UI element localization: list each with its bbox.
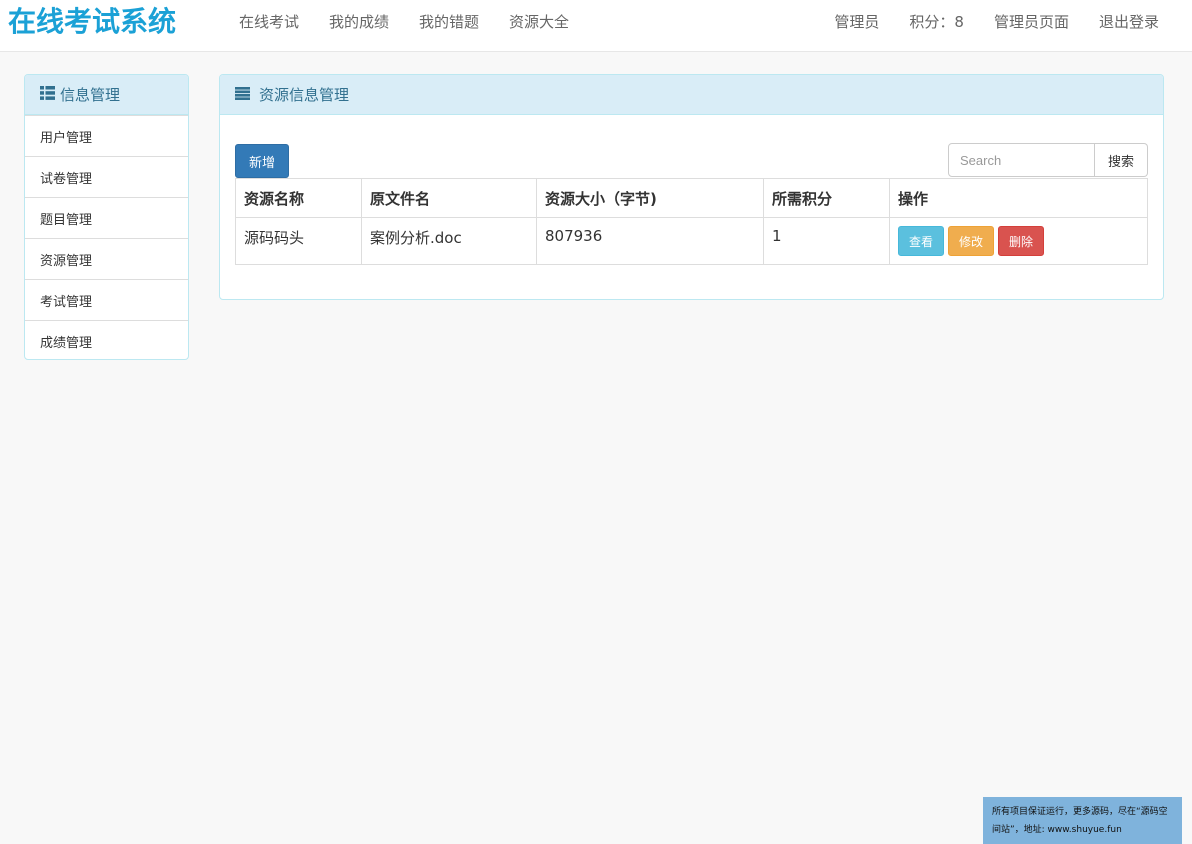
search-input[interactable] bbox=[948, 143, 1095, 177]
nav-my-mistakes[interactable]: 我的错题 bbox=[404, 0, 494, 44]
column-header-name: 资源名称 bbox=[235, 178, 362, 218]
add-resource-button[interactable]: 新增 bbox=[235, 144, 289, 178]
delete-button[interactable]: 删除 bbox=[998, 226, 1044, 256]
nav-admin-page[interactable]: 管理员页面 bbox=[979, 0, 1084, 44]
sidebar-item-scores[interactable]: 成绩管理 bbox=[25, 320, 188, 359]
nav-online-exam[interactable]: 在线考试 bbox=[224, 0, 314, 44]
nav-user-name[interactable]: 管理员 bbox=[819, 0, 894, 44]
column-header-filename: 原文件名 bbox=[361, 178, 537, 218]
cell-size: 807936 bbox=[536, 217, 764, 265]
resource-panel-title: 资源信息管理 bbox=[259, 86, 350, 104]
cell-actions: 查看 修改 删除 bbox=[889, 217, 1148, 265]
sidebar-item-resources[interactable]: 资源管理 bbox=[25, 238, 188, 279]
sidebar-item-exams[interactable]: 考试管理 bbox=[25, 279, 188, 320]
column-header-actions: 操作 bbox=[889, 178, 1148, 218]
table-row: 源码码头 案例分析.doc 807936 1 查看 修改 删除 bbox=[235, 217, 1148, 265]
sidebar-panel: 信息管理 用户管理 试卷管理 题目管理 资源管理 考试管理 成绩管理 bbox=[24, 74, 189, 360]
nav-my-scores[interactable]: 我的成绩 bbox=[314, 0, 404, 44]
sidebar-heading: 信息管理 bbox=[25, 75, 188, 115]
nav-points[interactable]: 积分：8 bbox=[894, 0, 979, 44]
main-nav: 在线考试 我的成绩 我的错题 资源大全 bbox=[224, 0, 584, 44]
search-group: 搜索 bbox=[948, 143, 1148, 177]
cell-points: 1 bbox=[763, 217, 890, 265]
column-header-size: 资源大小（字节) bbox=[536, 178, 764, 218]
user-nav: 管理员 积分：8 管理员页面 退出登录 bbox=[819, 0, 1174, 44]
view-button[interactable]: 查看 bbox=[898, 226, 944, 256]
bars-icon bbox=[235, 86, 250, 104]
sidebar-item-users[interactable]: 用户管理 bbox=[25, 115, 188, 156]
nav-logout[interactable]: 退出登录 bbox=[1084, 0, 1174, 44]
brand-logo[interactable]: 在线考试系统 bbox=[8, 4, 176, 40]
column-header-points: 所需积分 bbox=[763, 178, 890, 218]
resource-panel: 资源信息管理 新增 搜索 资源名称 原文件名 资源大小（字节) 所需积分 操作 … bbox=[219, 74, 1164, 300]
sidebar-title: 信息管理 bbox=[60, 86, 121, 104]
nav-resources[interactable]: 资源大全 bbox=[494, 0, 584, 44]
sidebar-item-papers[interactable]: 试卷管理 bbox=[25, 156, 188, 197]
corner-notice: 所有项目保证运行，更多源码，尽在“源码空间站”，地址: www.shuyue.f… bbox=[983, 797, 1182, 844]
table-header-row: 资源名称 原文件名 资源大小（字节) 所需积分 操作 bbox=[235, 178, 1148, 218]
cell-resource-name: 源码码头 bbox=[235, 217, 362, 265]
cell-file-name: 案例分析.doc bbox=[361, 217, 537, 265]
top-navbar: 在线考试系统 在线考试 我的成绩 我的错题 资源大全 管理员 积分：8 管理员页… bbox=[0, 0, 1192, 52]
resource-panel-heading: 资源信息管理 bbox=[220, 75, 1163, 115]
sidebar-item-questions[interactable]: 题目管理 bbox=[25, 197, 188, 238]
edit-button[interactable]: 修改 bbox=[948, 226, 994, 256]
resource-table: 资源名称 原文件名 资源大小（字节) 所需积分 操作 源码码头 案例分析.doc… bbox=[235, 178, 1148, 265]
list-icon bbox=[40, 85, 55, 104]
search-button[interactable]: 搜索 bbox=[1095, 143, 1148, 177]
